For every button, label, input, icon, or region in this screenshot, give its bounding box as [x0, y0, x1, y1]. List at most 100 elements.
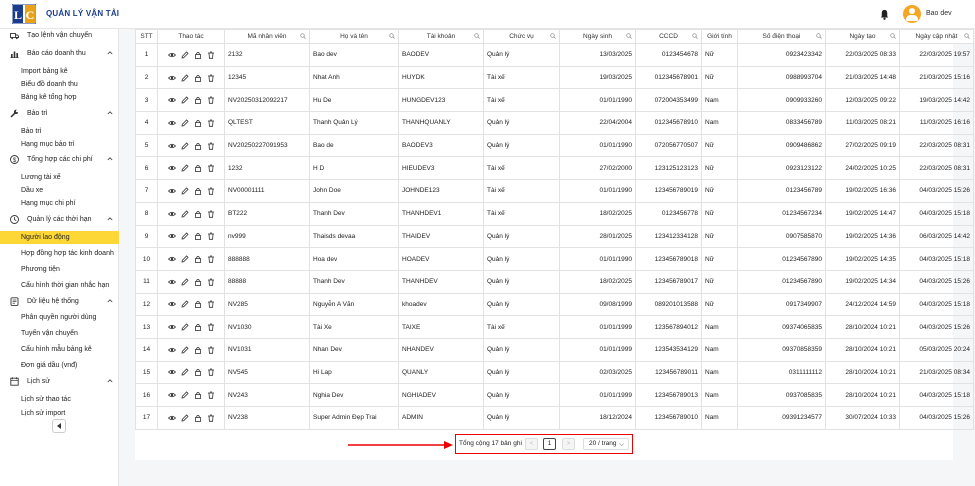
table-row[interactable]: 13 NV1030 Tài Xe TAIXE Tài xế 01/01/1999 12356… [135, 315, 974, 339]
search-icon[interactable] [626, 33, 632, 39]
eye-icon[interactable] [167, 96, 176, 104]
trash-icon[interactable] [207, 346, 215, 354]
search-icon[interactable] [300, 33, 306, 39]
trash-icon[interactable] [207, 323, 215, 331]
trash-icon[interactable] [207, 210, 215, 218]
edit-icon[interactable] [181, 164, 189, 172]
sidebar-item-hop-dong-hop-tac-kinh-doanh[interactable]: Hợp đồng hợp tác kinh doanh [0, 247, 119, 260]
search-icon[interactable] [692, 33, 698, 39]
table-row[interactable]: 8 BT222 Thanh Dev THANHDEV1 Tài xế 18/02/2025… [135, 201, 974, 226]
search-icon[interactable] [550, 33, 556, 39]
sidebar-item-cau-hinh-thoi-gian-nhac-han[interactable]: Cấu hình thời gian nhắc hạn [0, 279, 119, 292]
column-header-cccd[interactable]: CCCD [635, 29, 702, 44]
column-header-tai-khoan[interactable]: Tài khoản [398, 29, 484, 44]
lock-icon[interactable] [194, 346, 202, 354]
trash-icon[interactable] [207, 187, 215, 195]
sidebar-group-bao-cao-doanh-thu[interactable]: Báo cáo doanh thu [0, 47, 119, 60]
trash-icon[interactable] [207, 96, 215, 104]
lock-icon[interactable] [194, 300, 202, 309]
sidebar-item-hang-muc-chi-phi[interactable]: Hạng mục chi phí [0, 197, 119, 210]
edit-icon[interactable] [181, 346, 189, 354]
eye-icon[interactable] [167, 368, 176, 376]
table-row[interactable]: 4 QLTEST Thanh Quản Lý THANHQUANLY Quản lý 22… [135, 111, 974, 135]
trash-icon[interactable] [207, 164, 215, 172]
column-header-ngay-cap-nhat[interactable]: Ngày cập nhật [899, 29, 974, 44]
edit-icon[interactable] [181, 119, 189, 127]
lock-icon[interactable] [194, 368, 202, 377]
trash-icon[interactable] [207, 119, 215, 127]
eye-icon[interactable] [167, 278, 176, 286]
trash-icon[interactable] [207, 391, 215, 399]
search-icon[interactable] [816, 33, 822, 39]
eye-icon[interactable] [167, 51, 176, 59]
edit-icon[interactable] [181, 96, 189, 104]
sidebar-item-cau-hinh-mau-bang-ke[interactable]: Cấu hình mẫu bảng kê [0, 343, 119, 356]
sidebar-group-tong-hop-cac-chi-phi[interactable]: $ Tổng hợp các chi phí [0, 153, 119, 166]
table-row[interactable]: 9 nv999 Thaisds devaa THAIDEV Quản lý 28/01/2… [135, 224, 974, 249]
lock-icon[interactable] [194, 142, 202, 150]
column-header-thao-tac[interactable]: Thao tác [157, 29, 225, 44]
column-header-ngay-tao[interactable]: Ngày tạo [825, 29, 900, 44]
eye-icon[interactable] [167, 142, 176, 150]
trash-icon[interactable] [207, 414, 215, 422]
sidebar-item-bao-tri[interactable]: Bảo trì [0, 125, 119, 138]
table-row[interactable]: 17 NV238 Super Admin Đẹp Trai ADMIN Quản lý 1… [135, 406, 974, 430]
edit-icon[interactable] [181, 142, 189, 150]
lock-icon[interactable] [194, 187, 202, 195]
eye-icon[interactable] [167, 255, 176, 263]
eye-icon[interactable] [167, 414, 176, 422]
search-icon[interactable] [890, 33, 896, 39]
table-row[interactable]: 16 NV243 Nghia Dev NGHIADEV Quản lý 01/01/199… [135, 383, 974, 407]
eye-icon[interactable] [167, 119, 176, 127]
trash-icon[interactable] [207, 300, 215, 309]
table-row[interactable]: 11 88888 Thanh Dev THANHDEV Quản lý 18/02/202… [135, 269, 974, 294]
edit-icon[interactable] [181, 51, 189, 59]
sidebar-item-dau-xe[interactable]: Dầu xe [0, 184, 119, 197]
lock-icon[interactable] [194, 119, 202, 127]
table-row[interactable]: 10 888888 Hoa dev HOADEV Quản lý 01/01/1990 12… [135, 247, 974, 271]
column-header-stt[interactable]: STT [135, 29, 158, 44]
edit-icon[interactable] [181, 300, 189, 308]
trash-icon[interactable] [207, 255, 215, 263]
eye-icon[interactable] [167, 164, 176, 172]
column-header-ngay-sinh[interactable]: Ngày sinh [559, 29, 636, 44]
edit-icon[interactable] [181, 368, 189, 376]
table-row[interactable]: 1 2132 Bao dev BAODEV Quản lý 13/03/2025 01234… [135, 43, 974, 67]
column-header-chuc-vu[interactable]: Chức vụ [483, 29, 560, 44]
eye-icon[interactable] [167, 346, 176, 354]
edit-icon[interactable] [181, 323, 189, 331]
eye-icon[interactable] [167, 187, 176, 195]
sidebar-item-phuong-tien[interactable]: Phương tiện [0, 263, 119, 276]
sidebar-item-don-gia-dau-vnd[interactable]: Đơn giá dầu (vnđ) [0, 359, 119, 372]
trash-icon[interactable] [207, 51, 215, 59]
sidebar-item-import-bang-ke[interactable]: Import bảng kê [0, 65, 119, 78]
sidebar-item-bieu-do-doanh-thu[interactable]: Biểu đồ doanh thu [0, 78, 119, 91]
search-icon[interactable] [389, 33, 395, 39]
sidebar-collapse-button[interactable] [52, 419, 66, 433]
lock-icon[interactable] [194, 414, 202, 422]
edit-icon[interactable] [181, 187, 189, 195]
user-avatar[interactable] [903, 5, 921, 23]
table-row[interactable]: 5 NV20250227091953 Bao de BAODEV3 Quản lý 01/… [135, 133, 974, 158]
company-logo[interactable]: L C [12, 4, 36, 24]
sidebar-item-nguoi-lao-dong[interactable]: Người lao động [0, 231, 119, 244]
sidebar-item-luong-tai-xe[interactable]: Lương tài xế [0, 171, 119, 184]
eye-icon[interactable] [167, 391, 176, 399]
edit-icon[interactable] [181, 232, 189, 240]
bell-icon[interactable] [879, 9, 890, 20]
sidebar-group-tao-lenh-van-chuyen[interactable]: Tạo lệnh vận chuyển [0, 29, 119, 42]
edit-icon[interactable] [181, 255, 189, 263]
sidebar-item-bang-ke-tong-hop[interactable]: Bảng kê tổng hợp [0, 91, 119, 104]
column-header-so-dien-thoai[interactable]: Số điện thoại [737, 29, 826, 44]
lock-icon[interactable] [194, 391, 202, 400]
sidebar-item-hang-muc-bao-tri[interactable]: Hạng mục bảo trì [0, 138, 119, 151]
trash-icon[interactable] [207, 232, 215, 241]
sidebar-group-du-lieu-he-thong[interactable]: Dữ liệu hệ thống [0, 295, 119, 308]
page-size-select[interactable]: 20 / trang [583, 438, 629, 450]
eye-icon[interactable] [167, 232, 176, 240]
lock-icon[interactable] [194, 164, 202, 173]
table-row[interactable]: 6 1232 H D HIEUDEV3 Tài xế 27/02/2000 12312512… [135, 156, 974, 181]
table-row[interactable]: 2 12345 Nhat Anh HUYDK Tài xế 19/03/2025 01234… [135, 65, 974, 90]
current-page-button[interactable]: 1 [543, 438, 556, 450]
eye-icon[interactable] [167, 210, 176, 218]
